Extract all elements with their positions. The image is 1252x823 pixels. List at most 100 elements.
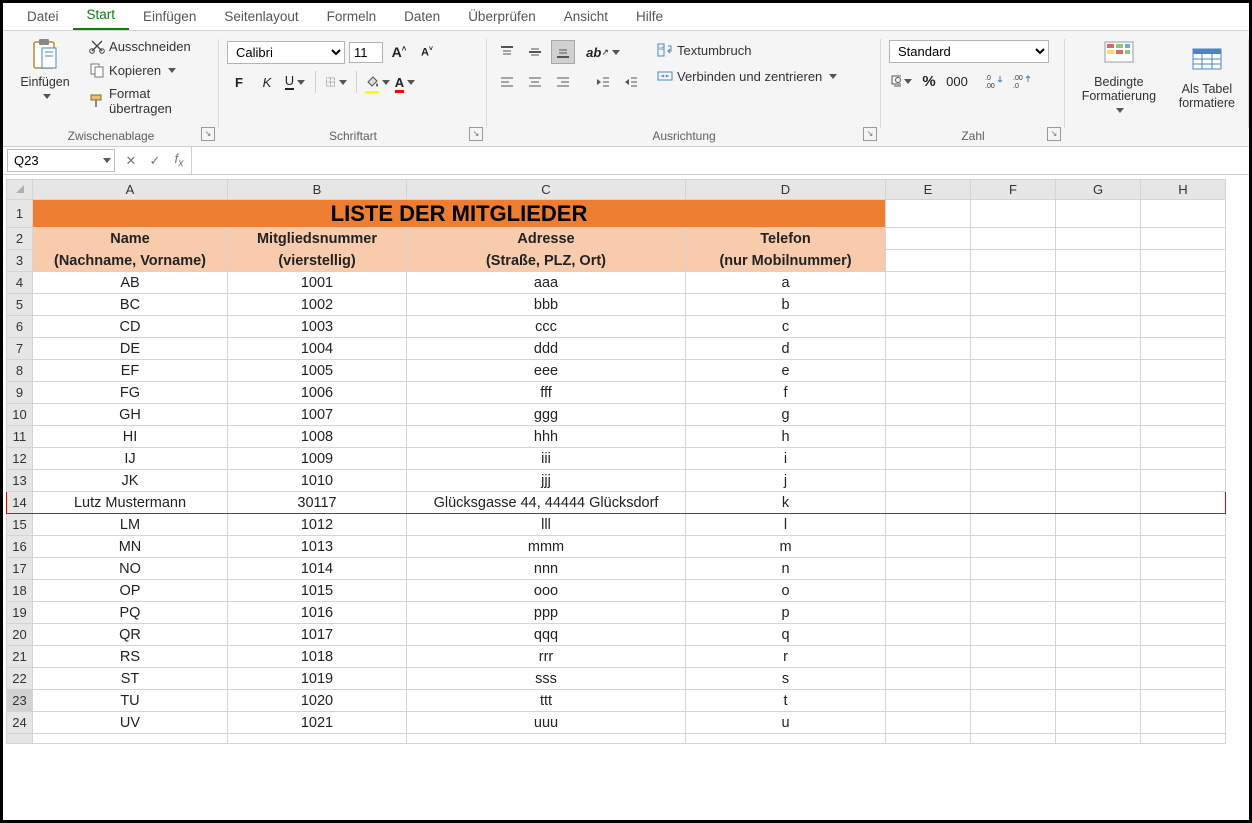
cell[interactable] [886, 426, 971, 448]
cell[interactable] [1056, 580, 1141, 602]
cell[interactable]: 1019 [228, 668, 407, 690]
enter-formula-button[interactable]: ✓ [143, 149, 167, 173]
cell[interactable] [1141, 272, 1226, 294]
cell[interactable]: ooo [407, 580, 686, 602]
copy-button[interactable]: Kopieren [85, 60, 211, 80]
bold-button[interactable]: F [227, 70, 251, 94]
cell[interactable]: h [686, 426, 886, 448]
cell[interactable] [228, 734, 407, 744]
cell[interactable]: 1010 [228, 470, 407, 492]
header-cell[interactable] [1056, 228, 1141, 250]
italic-button[interactable]: K [255, 70, 279, 94]
cell[interactable]: j [686, 470, 886, 492]
number-format-select[interactable]: Standard [889, 40, 1049, 63]
cell[interactable] [971, 200, 1056, 228]
row-header-23[interactable]: 23 [7, 690, 33, 712]
cell[interactable] [971, 558, 1056, 580]
cell[interactable] [886, 448, 971, 470]
row-header[interactable] [7, 734, 33, 744]
menu-tab-daten[interactable]: Daten [390, 3, 454, 30]
cell[interactable]: sss [407, 668, 686, 690]
header-cell[interactable]: Adresse [407, 228, 686, 250]
cell[interactable]: i [686, 448, 886, 470]
underline-button[interactable]: U [283, 70, 307, 94]
cell[interactable] [1056, 734, 1141, 744]
cell[interactable]: DE [33, 338, 228, 360]
cell[interactable] [971, 404, 1056, 426]
row-header-12[interactable]: 12 [7, 448, 33, 470]
cell[interactable]: iii [407, 448, 686, 470]
row-header-18[interactable]: 18 [7, 580, 33, 602]
cancel-formula-button[interactable]: ✕ [119, 149, 143, 173]
menu-tab-überprüfen[interactable]: Überprüfen [454, 3, 550, 30]
decrease-decimal-button[interactable]: .00.0 [1011, 69, 1035, 93]
cell[interactable] [971, 580, 1056, 602]
cell[interactable]: 1017 [228, 624, 407, 646]
orientation-button[interactable]: ab↗ [591, 40, 615, 64]
cell[interactable]: n [686, 558, 886, 580]
cell[interactable]: 1006 [228, 382, 407, 404]
cell[interactable] [886, 360, 971, 382]
cell[interactable]: JK [33, 470, 228, 492]
cell[interactable]: ccc [407, 316, 686, 338]
cell[interactable]: ggg [407, 404, 686, 426]
cell[interactable]: hhh [407, 426, 686, 448]
cell[interactable]: u [686, 712, 886, 734]
menu-tab-datei[interactable]: Datei [13, 3, 73, 30]
header-cell[interactable] [1141, 228, 1226, 250]
cell[interactable] [1141, 580, 1226, 602]
cell[interactable] [886, 404, 971, 426]
paste-button[interactable]: Einfügen [11, 36, 79, 106]
row-header-13[interactable]: 13 [7, 470, 33, 492]
cell[interactable]: NO [33, 558, 228, 580]
cell[interactable] [1141, 514, 1226, 536]
cell[interactable]: OP [33, 580, 228, 602]
cell[interactable]: 1021 [228, 712, 407, 734]
cell[interactable] [1056, 712, 1141, 734]
cell[interactable] [407, 734, 686, 744]
cell[interactable] [1056, 624, 1141, 646]
cell[interactable] [886, 272, 971, 294]
cell[interactable]: 1007 [228, 404, 407, 426]
cell[interactable] [1056, 272, 1141, 294]
cell[interactable] [971, 602, 1056, 624]
cell[interactable]: MN [33, 536, 228, 558]
percent-button[interactable]: % [917, 69, 941, 93]
decrease-font-button[interactable]: A˅ [415, 40, 439, 64]
cell[interactable]: e [686, 360, 886, 382]
spreadsheet-grid[interactable]: ABCDEFGH 1LISTE DER MITGLIEDER2NameMitgl… [6, 179, 1246, 817]
increase-font-button[interactable]: A˄ [387, 40, 411, 64]
cell[interactable] [1141, 734, 1226, 744]
cell[interactable] [1141, 360, 1226, 382]
row-header-19[interactable]: 19 [7, 602, 33, 624]
cell[interactable]: r [686, 646, 886, 668]
cell[interactable] [1056, 646, 1141, 668]
cell[interactable] [971, 360, 1056, 382]
cell[interactable]: c [686, 316, 886, 338]
cell[interactable]: CD [33, 316, 228, 338]
increase-indent-button[interactable] [619, 70, 643, 94]
header-cell[interactable]: Name [33, 228, 228, 250]
cell[interactable]: s [686, 668, 886, 690]
header-cell[interactable] [886, 228, 971, 250]
menu-tab-start[interactable]: Start [73, 1, 130, 30]
row-header-9[interactable]: 9 [7, 382, 33, 404]
cell[interactable]: ttt [407, 690, 686, 712]
row-header-4[interactable]: 4 [7, 272, 33, 294]
cell[interactable] [886, 382, 971, 404]
cell[interactable] [971, 382, 1056, 404]
cell[interactable] [1056, 558, 1141, 580]
cell[interactable] [1056, 514, 1141, 536]
font-color-button[interactable]: A [393, 70, 417, 94]
header-cell[interactable] [886, 250, 971, 272]
align-center-button[interactable] [523, 70, 547, 94]
cell[interactable] [971, 448, 1056, 470]
cell[interactable]: a [686, 272, 886, 294]
chevron-down-icon[interactable] [103, 158, 111, 163]
cell[interactable] [1056, 492, 1141, 514]
formula-input[interactable] [191, 147, 1249, 174]
header-cell[interactable]: (Straße, PLZ, Ort) [407, 250, 686, 272]
cell[interactable]: 30117 [228, 492, 407, 514]
cell[interactable] [971, 426, 1056, 448]
cell[interactable]: HI [33, 426, 228, 448]
